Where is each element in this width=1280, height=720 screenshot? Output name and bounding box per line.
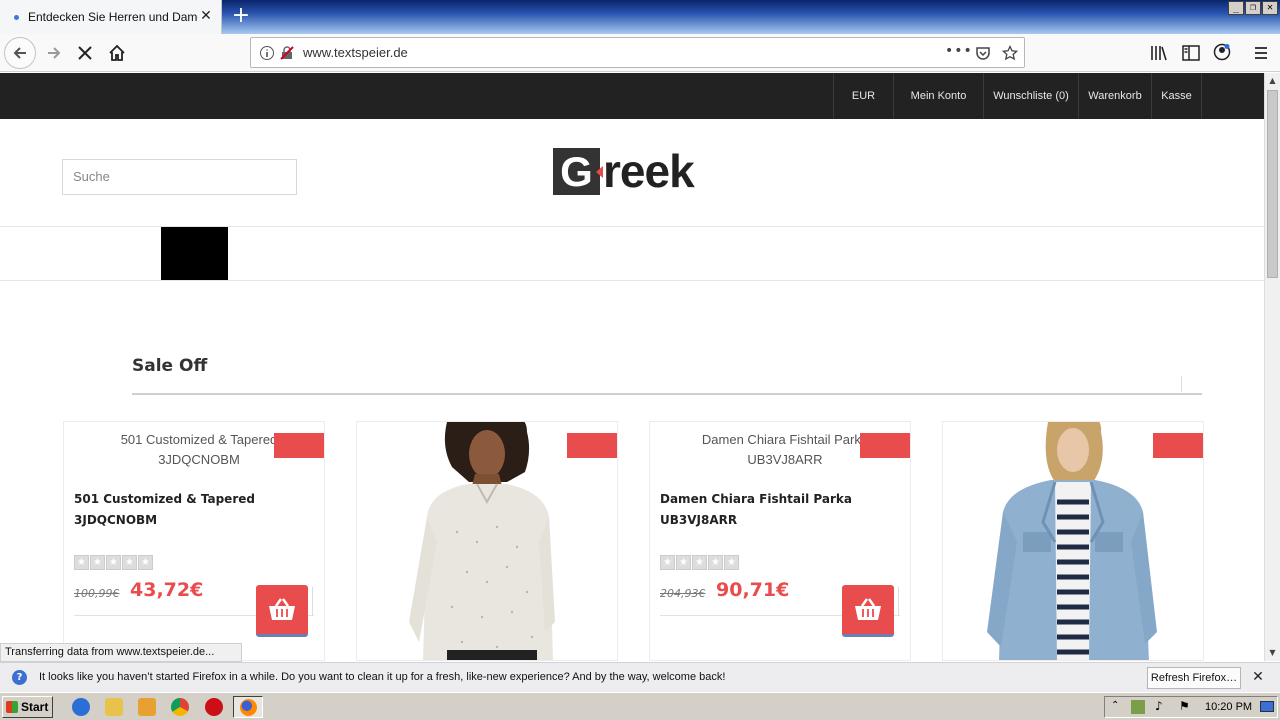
product-name[interactable]: Damen Chiara Fishtail Parka UB3VJ8ARR [660, 489, 900, 531]
show-desktop-icon[interactable] [1260, 701, 1274, 712]
media-player-icon[interactable] [138, 698, 156, 716]
url-text: www.textspeier.de [303, 45, 408, 60]
currency-link[interactable]: EUR [833, 73, 893, 119]
product-card[interactable] [356, 421, 618, 661]
stop-button[interactable] [69, 37, 101, 69]
shop-logo[interactable]: G reek [553, 145, 695, 197]
page-actions-icon[interactable]: ••• [945, 43, 973, 59]
back-arrow-icon [13, 47, 26, 59]
loading-dot-icon [14, 14, 19, 20]
cart-link[interactable]: Warenkorb [1078, 73, 1151, 119]
home-button[interactable] [101, 37, 133, 69]
firefox-icon [240, 699, 257, 716]
forward-arrow-icon [48, 47, 61, 59]
sale-badge [1153, 433, 1203, 458]
rating-stars: ★ ★ ★ ★ ★ [74, 555, 153, 570]
web-page: EUR Mein Konto Wunschliste (0) Warenkorb… [0, 73, 1264, 661]
divider [0, 280, 1264, 281]
volume-icon[interactable]: ♪ [1155, 699, 1163, 713]
divider [898, 587, 899, 615]
section-underline [132, 393, 1202, 395]
old-price: 100,99€ [74, 587, 120, 600]
clock: 10:20 PM [1205, 701, 1253, 713]
browser-tab-bar: Entdecken Sie Herren und Damen ✕ + _ ❐ ✕ [0, 0, 1280, 34]
sale-price: 43,72€ [130, 579, 204, 601]
window-close-icon[interactable]: ✕ [1262, 1, 1278, 15]
checkout-link[interactable]: Kasse [1151, 73, 1202, 119]
add-to-cart-button[interactable] [256, 585, 308, 637]
notification-message: It looks like you haven’t started Firefo… [39, 671, 726, 683]
account-icon[interactable] [1213, 43, 1231, 61]
scroll-down-icon[interactable]: ▼ [1265, 645, 1280, 661]
close-notification-icon[interactable]: ✕ [1251, 669, 1265, 685]
scroll-thumb[interactable] [1267, 90, 1278, 278]
restore-icon[interactable]: ❐ [1245, 1, 1261, 15]
sale-badge [860, 433, 910, 458]
info-icon[interactable] [259, 45, 275, 61]
product-image-alt: 501 Customized & Tapered 3JDQCNOBM [120, 432, 278, 467]
folder-icon[interactable] [105, 698, 123, 716]
status-text: Transferring data from www.textspeier.de… [0, 643, 242, 662]
product-name[interactable]: 501 Customized & Tapered 3JDQCNOBM [74, 489, 314, 531]
bookmark-star-icon[interactable] [1002, 45, 1018, 61]
new-tab-icon[interactable]: + [230, 4, 252, 28]
tab-title: Entdecken Sie Herren und Damen [28, 10, 198, 24]
sidebar-icon[interactable] [1182, 45, 1200, 61]
back-button[interactable] [4, 37, 36, 69]
sale-price: 90,71€ [716, 579, 790, 601]
basket-icon [269, 597, 295, 620]
flag-icon[interactable]: ⚑ [1179, 699, 1190, 713]
ie-icon[interactable] [72, 698, 90, 716]
network-icon[interactable] [1131, 700, 1145, 714]
sale-badge [567, 433, 617, 458]
browser-tab[interactable]: Entdecken Sie Herren und Damen ✕ [0, 0, 222, 34]
firefox-taskbar-button[interactable] [233, 696, 263, 718]
basket-icon [855, 597, 881, 620]
logo-text: reek [603, 145, 695, 197]
minimize-icon[interactable]: _ [1228, 1, 1244, 15]
library-icon[interactable] [1150, 45, 1168, 61]
section-title: Sale Off [132, 356, 208, 376]
add-to-cart-button[interactable] [842, 585, 894, 637]
browser-nav-bar: www.textspeier.de ••• [0, 34, 1280, 72]
wishlist-link[interactable]: Wunschliste (0) [983, 73, 1078, 119]
logo-mark: G [553, 147, 603, 195]
info-icon: ? [12, 670, 27, 685]
insecure-lock-icon[interactable] [279, 45, 295, 61]
divider [1181, 376, 1182, 392]
scroll-up-icon[interactable]: ▲ [1265, 73, 1280, 89]
old-price: 204,93€ [660, 587, 706, 600]
shop-top-bar: EUR Mein Konto Wunschliste (0) Warenkorb… [0, 73, 1264, 119]
tray-expand-icon[interactable]: ⌃ [1111, 700, 1119, 711]
windows-logo-icon [6, 701, 18, 713]
windows-taskbar: Start ⌃ ♪ ⚑ 10:20 PM [0, 692, 1280, 720]
search-input[interactable]: Suche [62, 159, 297, 195]
pocket-icon[interactable] [975, 45, 991, 61]
tab-close-icon[interactable]: ✕ [199, 9, 213, 23]
home-icon [109, 44, 125, 61]
url-bar[interactable]: www.textspeier.de ••• [250, 37, 1025, 68]
opera-icon[interactable] [205, 698, 223, 716]
product-card[interactable]: Damen Chiara Fishtail Parka UB3VJ8ARR Da… [649, 421, 911, 661]
menu-toggle-block[interactable] [161, 227, 228, 280]
product-image-alt: Damen Chiara Fishtail Parka UB3VJ8ARR [701, 432, 869, 467]
notification-bar: ? It looks like you haven’t started Fire… [0, 662, 1280, 692]
start-button[interactable]: Start [2, 696, 53, 718]
sale-badge [274, 433, 324, 458]
rating-stars: ★ ★ ★ ★ ★ [660, 555, 739, 570]
stop-icon [78, 46, 92, 60]
forward-button[interactable] [38, 37, 70, 69]
divider [312, 587, 313, 615]
product-card[interactable]: 501 Customized & Tapered 3JDQCNOBM 501 C… [63, 421, 325, 661]
page-scrollbar[interactable]: ▲ ▼ [1264, 73, 1280, 661]
menu-hamburger-icon[interactable] [1253, 45, 1269, 61]
product-card[interactable] [942, 421, 1204, 661]
refresh-firefox-button[interactable]: Refresh Firefox… [1147, 667, 1241, 689]
my-account-link[interactable]: Mein Konto [893, 73, 983, 119]
chrome-icon[interactable] [171, 698, 189, 716]
